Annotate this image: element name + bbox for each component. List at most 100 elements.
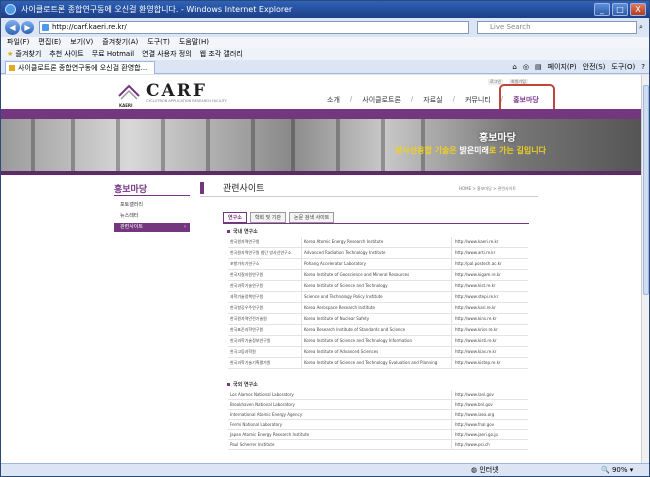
page-menu[interactable]: 페이지(P) xyxy=(548,61,577,73)
institute-link[interactable]: http://pal.postech.ac.kr xyxy=(452,259,528,269)
feeds-icon[interactable]: ◎ xyxy=(523,61,529,73)
institute-kr-name: 한국항공우주연구원 xyxy=(228,303,302,313)
institute-link[interactable]: http://www.arti.re.kr xyxy=(452,248,528,258)
close-button[interactable]: X xyxy=(630,3,646,16)
table-row: 한국표준과학연구원 Korea Research Institute of Sta… xyxy=(228,325,528,336)
menu-tools[interactable]: 도구(T) xyxy=(147,37,170,48)
nav-community[interactable]: 커뮤니티 xyxy=(465,95,491,105)
page-viewport: KAERI CARF CYCLOTRON APPLICATION RESEARC… xyxy=(1,75,641,463)
breadcrumb: HOME > 홍보마당 > 관련사이트 xyxy=(459,186,517,191)
institute-link[interactable]: http://www.kisti.re.kr xyxy=(452,336,528,346)
institute-kr-name: 과학기술정책연구원 xyxy=(228,292,302,302)
institute-link[interactable]: http://www.fnal.gov xyxy=(452,420,528,429)
sidebar-item-related-sites[interactable]: 관련사이트 xyxy=(114,223,190,232)
help-icon[interactable]: ? xyxy=(641,61,645,73)
search-icon[interactable]: ⌕ xyxy=(639,21,648,34)
institute-kr-name: 한국원자력연구원 첨단 방사선연구소 xyxy=(228,248,302,258)
tab-institutes[interactable]: 연구소 xyxy=(223,212,247,223)
institute-link[interactable]: http://www.kriss.re.kr xyxy=(452,325,528,335)
zoom-level[interactable]: 🔍 90% ▾ xyxy=(601,464,633,476)
nav-separator: / xyxy=(410,95,414,103)
browser-tab[interactable]: 사이클로트론 종합연구동에 오신걸 환영합... xyxy=(5,61,155,74)
address-input[interactable]: http://carf.kaeri.re.kr/ xyxy=(39,21,469,34)
institute-link[interactable]: http://www.iaea.org xyxy=(452,410,528,419)
address-text: http://carf.kaeri.re.kr/ xyxy=(52,23,127,31)
favorites-button[interactable]: ★ 즐겨찾기 xyxy=(7,48,41,60)
institute-link[interactable]: http://www.kins.re.kr xyxy=(452,314,528,324)
table-row: 한국과학기술기획평가원 Korea Institute of Science an… xyxy=(228,358,528,369)
institute-link[interactable]: http://www.kist.re.kr xyxy=(452,281,528,291)
fav-web-slice-gallery[interactable]: 웹 조각 갤러리 xyxy=(200,48,243,60)
tab-societies[interactable]: 학회 및 기관 xyxy=(249,212,286,223)
institute-kr-name: 한국지질자원연구원 xyxy=(228,270,302,280)
nav-separator: / xyxy=(349,95,353,103)
command-bar: ⌂ ◎ ▤ 페이지(P) 안전(S) 도구(O) ? xyxy=(512,61,645,73)
maximize-button[interactable]: □ xyxy=(612,3,628,16)
minimize-button[interactable]: _ xyxy=(594,3,610,16)
institute-en-name: Korea Institute of Advanced Sciences xyxy=(302,347,452,357)
back-icon[interactable]: ◀ xyxy=(5,20,20,35)
tab-page-icon xyxy=(9,65,15,71)
nav-about[interactable]: 소개 xyxy=(327,95,340,105)
institute-link[interactable]: http://www.stepi.re.kr xyxy=(452,292,528,302)
institute-link[interactable]: http://www.kistep.re.kr xyxy=(452,358,528,368)
institute-link[interactable]: http://www.psi.ch xyxy=(452,440,528,449)
menu-help[interactable]: 도움말(H) xyxy=(179,37,209,48)
institute-name: Brookhaven National Laboratory xyxy=(228,400,452,409)
institute-link[interactable]: http://www.kaeri.re.kr xyxy=(452,237,528,247)
institute-kr-name: 한국원자력안전기술원 xyxy=(228,314,302,324)
vertical-scrollbar[interactable] xyxy=(641,75,649,463)
favorites-bar: ★ 즐겨찾기 추천 사이트 무료 Hotmail 연결 사용자 정의 웹 조각 … xyxy=(1,48,649,60)
menu-edit[interactable]: 편집(E) xyxy=(38,37,61,48)
institute-en-name: Korea Institute of Science and Technolog… xyxy=(302,358,452,368)
site-logo-subtitle: CYCLOTRON APPLICATION RESEARCH FACILITY xyxy=(146,99,227,103)
institute-kr-name: 한국과학기술기획평가원 xyxy=(228,358,302,368)
content-tabs: 연구소 학회 및 기관 논문 검색 사이트 xyxy=(223,212,335,223)
institute-link[interactable]: http://www.kari.re.kr xyxy=(452,303,528,313)
search-input[interactable]: Live Search xyxy=(477,21,637,34)
table-row: International Atomic Energy Agency http:/… xyxy=(228,410,528,420)
fav-suggested-sites[interactable]: 추천 사이트 xyxy=(49,48,83,60)
kaeri-logo-icon xyxy=(118,84,140,100)
table-row: 한국지질자원연구원 Korea Institute of Geoscience a… xyxy=(228,270,528,281)
table-row: 한국항공우주연구원 Korea Aerospace Research Instit… xyxy=(228,303,528,314)
institute-link[interactable]: http://www.lanl.gov xyxy=(452,390,528,399)
nav-archive[interactable]: 자료실 xyxy=(423,95,442,105)
home-icon[interactable]: ⌂ xyxy=(512,61,516,73)
menu-favorites[interactable]: 즐겨찾기(A) xyxy=(102,37,138,48)
forward-icon[interactable]: ▶ xyxy=(21,21,34,34)
institute-link[interactable]: http://www.kias.re.kr xyxy=(452,347,528,357)
table-row: Fermi National Laboratory http://www.fnal… xyxy=(228,420,528,430)
institute-link[interactable]: http://www.kigam.re.kr xyxy=(452,270,528,280)
institute-link[interactable]: http://www.jaeri.go.jp xyxy=(452,430,528,439)
menu-view[interactable]: 보기(V) xyxy=(70,37,93,48)
institute-en-name: Korea Atomic Energy Research Institute xyxy=(302,237,452,247)
search-placeholder: Live Search xyxy=(490,23,531,31)
print-icon[interactable]: ▤ xyxy=(535,61,542,73)
menu-file[interactable]: 파일(F) xyxy=(7,37,29,48)
fav-customize-links[interactable]: 연결 사용자 정의 xyxy=(142,48,192,60)
institute-kr-name: 포항가속기연구소 xyxy=(228,259,302,269)
tab-label: 사이클로트론 종합연구동에 오신걸 환영합... xyxy=(18,64,148,72)
page-title: 관련사이트 xyxy=(223,184,265,194)
sidebar-item-photo-gallery[interactable]: 포토갤러리 xyxy=(114,201,190,210)
tab-paper-search[interactable]: 논문 검색 사이트 xyxy=(289,212,335,223)
institute-name: International Atomic Energy Agency xyxy=(228,410,452,419)
institute-en-name: Korea Institute of Science and Technolog… xyxy=(302,336,452,346)
institute-name: Japan Atomic Energy Research Institute xyxy=(228,430,452,439)
institute-en-name: Advanced Radiation Technology Institute xyxy=(302,248,452,258)
institute-link[interactable]: http://www.bnl.gov xyxy=(452,400,528,409)
site-logo[interactable]: CARF xyxy=(146,81,207,101)
title-marker xyxy=(200,182,204,194)
tools-menu[interactable]: 도구(O) xyxy=(611,61,635,73)
table-row: 포항가속기연구소 Pohang Accelerator Laboratory htt… xyxy=(228,259,528,270)
address-bar-row: ◀ ▶ http://carf.kaeri.re.kr/ Live Search… xyxy=(1,18,649,37)
scroll-thumb[interactable] xyxy=(643,85,649,295)
table-row: 한국원자력연구원 첨단 방사선연구소 Advanced Radiation Tec… xyxy=(228,248,528,259)
institute-en-name: Korea Research Institute of Standards an… xyxy=(302,325,452,335)
nav-cyclotron[interactable]: 사이클로트론 xyxy=(362,95,401,105)
table-row: Paul Scherrer Institute http://www.psi.ch xyxy=(228,440,528,450)
safety-menu[interactable]: 안전(S) xyxy=(583,61,606,73)
fav-hotmail[interactable]: 무료 Hotmail xyxy=(92,48,134,60)
sidebar-item-newsletter[interactable]: 뉴스레터 xyxy=(114,212,190,221)
